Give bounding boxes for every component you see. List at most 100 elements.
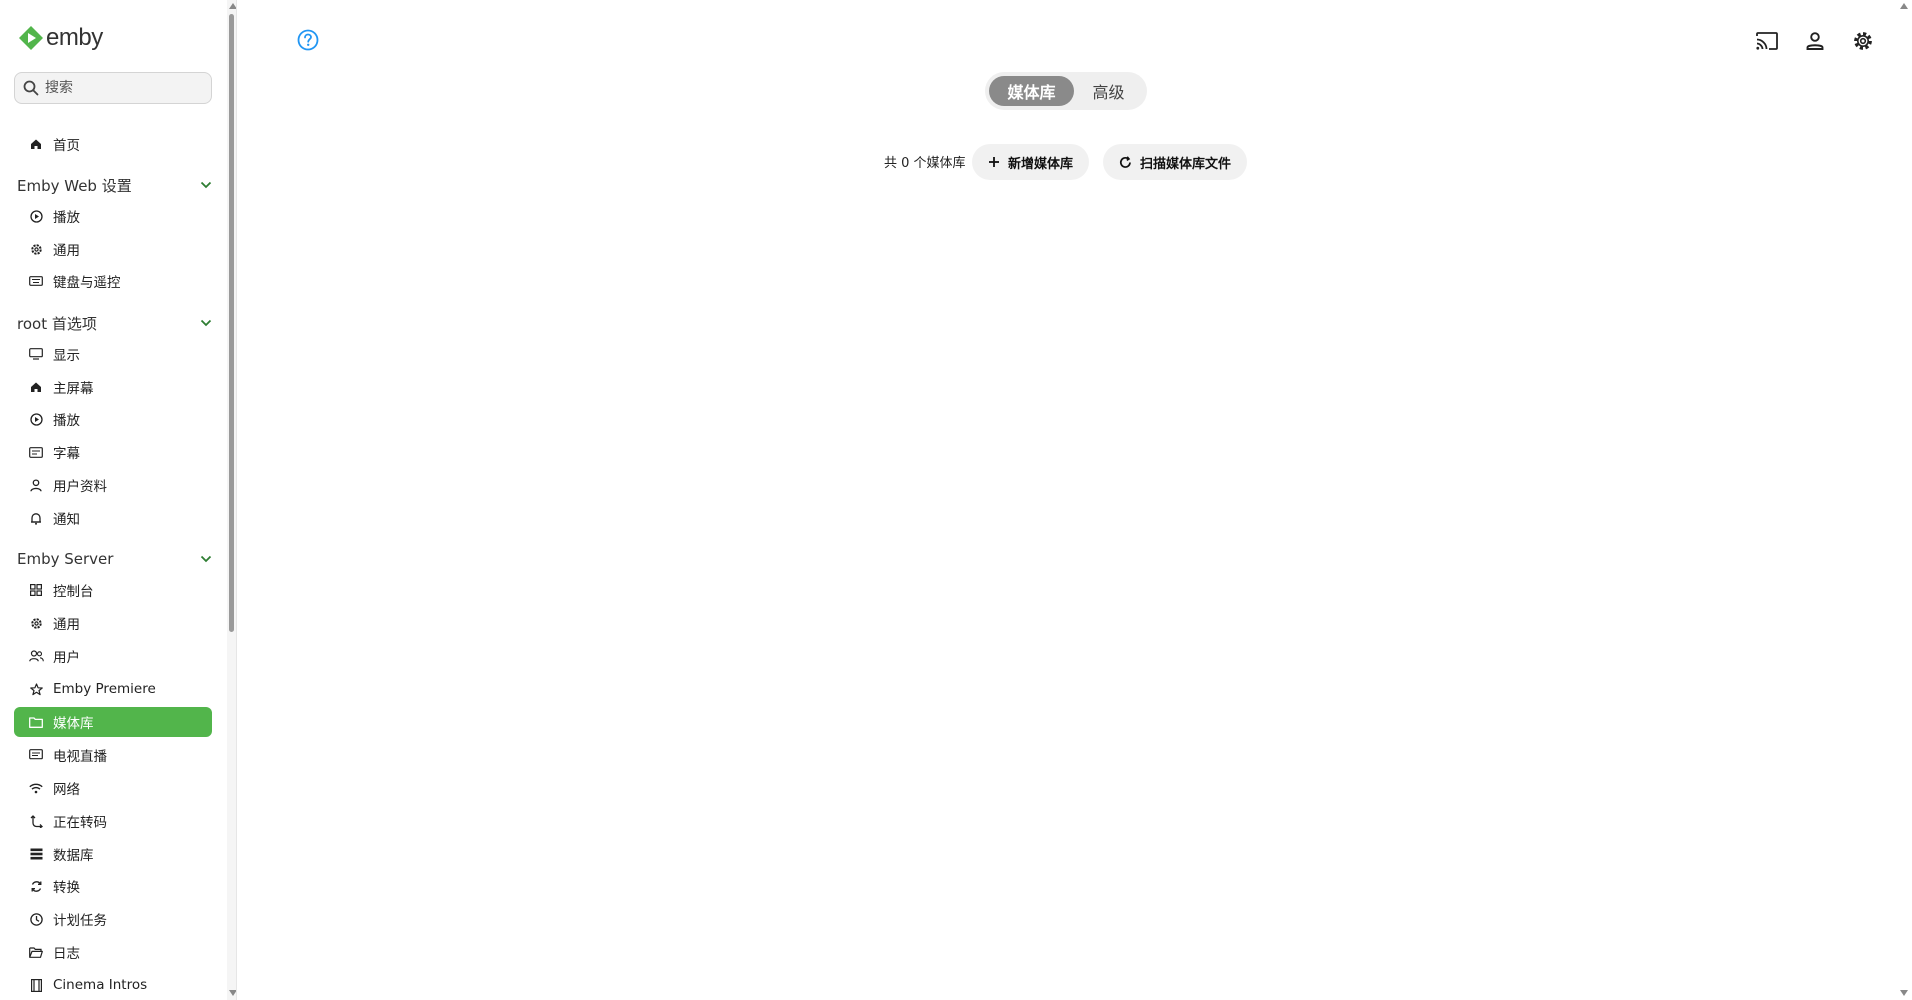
- tab-libraries[interactable]: 媒体库: [989, 76, 1074, 106]
- sidebar-item-display[interactable]: 显示: [14, 339, 212, 369]
- user-button[interactable]: [1803, 29, 1827, 53]
- sidebar-item-label: 正在转码: [53, 815, 107, 831]
- sidebar-item-web-playback[interactable]: 播放: [14, 201, 212, 231]
- sidebar-item-libraries[interactable]: 媒体库: [14, 707, 212, 737]
- bell-icon: [28, 510, 44, 526]
- section-title: Emby Server: [17, 550, 114, 568]
- scroll-down-arrow-icon[interactable]: [229, 990, 236, 996]
- section-title: Emby Web 设置: [17, 176, 132, 195]
- sidebar: emby 首页 Emby Web 设置 播放 通用 键盘与遥控 root 首选项: [0, 0, 237, 1000]
- section-header-emby-server[interactable]: Emby Server: [17, 547, 212, 571]
- home-icon: [28, 136, 44, 152]
- sidebar-item-label: 播放: [53, 413, 80, 429]
- sidebar-item-label: 用户资料: [53, 479, 107, 495]
- user-icon: [1806, 32, 1824, 50]
- sidebar-item-premiere[interactable]: Emby Premiere: [14, 674, 212, 704]
- cast-button[interactable]: [1755, 29, 1779, 53]
- sidebar-item-cinema-intros[interactable]: Cinema Intros: [14, 970, 212, 1000]
- refresh-icon: [1119, 155, 1132, 169]
- main-content: 媒体库 高级 共 0 个媒体库 新增媒体库 扫描媒体库文件: [237, 0, 1912, 1000]
- sidebar-scroll-thumb[interactable]: [229, 14, 234, 632]
- wifi-icon: [28, 780, 44, 796]
- sidebar-item-label: 电视直播: [53, 749, 107, 765]
- settings-button[interactable]: [1851, 29, 1875, 53]
- emby-logo[interactable]: emby: [18, 24, 103, 52]
- film-icon: [28, 977, 44, 993]
- tab-advanced[interactable]: 高级: [1074, 76, 1143, 106]
- gear-icon: [28, 615, 44, 631]
- sidebar-item-conversion[interactable]: 转换: [14, 871, 212, 901]
- sidebar-item-transcoding[interactable]: 正在转码: [14, 806, 212, 836]
- people-icon: [28, 648, 44, 664]
- sidebar-item-label: 媒体库: [53, 716, 94, 732]
- tab-bar: 媒体库 高级: [985, 72, 1147, 110]
- sidebar-item-keyboard[interactable]: 键盘与遥控: [14, 266, 212, 296]
- sidebar-item-home[interactable]: 首页: [14, 129, 212, 159]
- folder-icon: [28, 714, 44, 730]
- sidebar-item-label: 主屏幕: [53, 381, 94, 397]
- convert-icon: [28, 878, 44, 894]
- database-icon: [28, 846, 44, 862]
- subtitles-icon: [28, 444, 44, 460]
- sidebar-item-label: 键盘与遥控: [53, 275, 121, 291]
- plus-icon: [988, 156, 1000, 168]
- sidebar-item-subtitles[interactable]: 字幕: [14, 437, 212, 467]
- keyboard-icon: [28, 273, 44, 289]
- sidebar-item-scheduled-tasks[interactable]: 计划任务: [14, 904, 212, 934]
- add-library-button[interactable]: 新增媒体库: [972, 144, 1090, 180]
- section-header-web-settings[interactable]: Emby Web 设置: [17, 173, 212, 197]
- search-box[interactable]: [14, 72, 212, 104]
- monitor-icon: [28, 346, 44, 362]
- gear-icon: [28, 241, 44, 257]
- gear-icon: [1854, 32, 1872, 50]
- section-title: root 首选项: [17, 314, 97, 333]
- home-icon: [28, 379, 44, 395]
- person-icon: [28, 477, 44, 493]
- folder-open-icon: [28, 944, 44, 960]
- sidebar-item-label: 用户: [53, 650, 80, 666]
- sidebar-item-database[interactable]: 数据库: [14, 839, 212, 869]
- sidebar-item-users[interactable]: 用户: [14, 641, 212, 671]
- transcode-icon: [28, 813, 44, 829]
- sidebar-item-live-tv[interactable]: 电视直播: [14, 740, 212, 770]
- sidebar-item-label: Emby Premiere: [53, 681, 156, 697]
- sidebar-item-label: 日志: [53, 946, 80, 962]
- search-input[interactable]: [43, 79, 207, 97]
- sidebar-item-label: 控制台: [53, 584, 94, 600]
- page-scroll-up-icon[interactable]: [1900, 3, 1908, 9]
- sidebar-item-dashboard[interactable]: 控制台: [14, 575, 212, 605]
- sidebar-item-home-screen[interactable]: 主屏幕: [14, 372, 212, 402]
- cast-icon: [1756, 32, 1778, 50]
- scan-library-button[interactable]: 扫描媒体库文件: [1103, 144, 1248, 180]
- library-count: 共 0 个媒体库: [884, 156, 966, 171]
- sidebar-item-logs[interactable]: 日志: [14, 937, 212, 967]
- scroll-up-arrow-icon[interactable]: [229, 3, 236, 9]
- section-header-root-preferences[interactable]: root 首选项: [17, 311, 212, 335]
- sidebar-item-network[interactable]: 网络: [14, 773, 212, 803]
- search-icon: [23, 80, 39, 96]
- sidebar-item-playback[interactable]: 播放: [14, 404, 212, 434]
- dashboard-icon: [28, 582, 44, 598]
- sidebar-item-server-general[interactable]: 通用: [14, 608, 212, 638]
- play-circle-icon: [28, 208, 44, 224]
- sidebar-item-label: 通用: [53, 617, 80, 633]
- sidebar-item-label: 通知: [53, 512, 80, 528]
- help-button[interactable]: [297, 29, 319, 51]
- help-circle-icon: [297, 29, 319, 51]
- sidebar-item-notifications[interactable]: 通知: [14, 503, 212, 533]
- sidebar-item-label: 计划任务: [53, 913, 107, 929]
- sidebar-item-profile[interactable]: 用户资料: [14, 470, 212, 500]
- emby-logo-icon: [19, 26, 43, 50]
- sidebar-item-label: 播放: [53, 210, 80, 226]
- page-scroll-down-icon[interactable]: [1900, 990, 1908, 996]
- chevron-down-icon: [200, 181, 212, 189]
- clock-icon: [28, 911, 44, 927]
- sidebar-item-label: 数据库: [53, 848, 94, 864]
- sidebar-item-web-general[interactable]: 通用: [14, 234, 212, 264]
- scan-library-label: 扫描媒体库文件: [1140, 156, 1232, 172]
- chevron-down-icon: [200, 319, 212, 327]
- sidebar-item-label: 通用: [53, 243, 80, 259]
- tv-icon: [28, 747, 44, 763]
- sidebar-item-label: 显示: [53, 348, 80, 364]
- sidebar-item-label: 转换: [53, 880, 80, 896]
